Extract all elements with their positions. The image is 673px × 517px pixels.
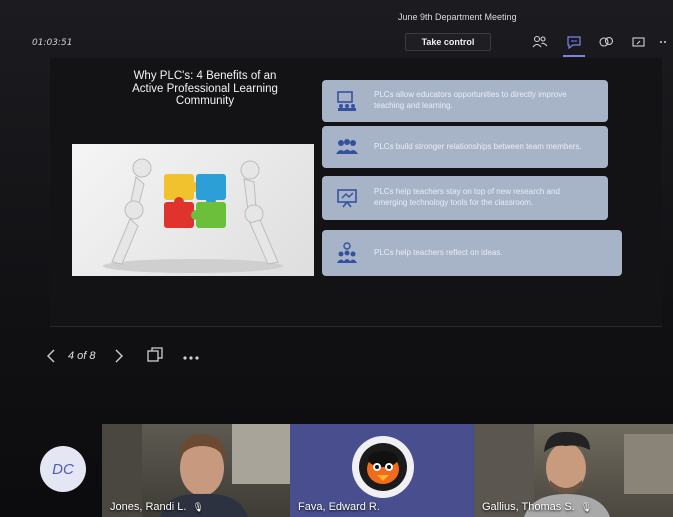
take-control-button[interactable]: Take control xyxy=(405,33,491,51)
meeting-title: June 9th Department Meeting xyxy=(398,12,517,22)
benefit-text-3: PLCs help teachers stay on top of new re… xyxy=(374,187,560,207)
participant-name: Jones, Randi L. 🎙 xyxy=(110,501,204,513)
participant-name-text: Fava, Edward R. xyxy=(298,501,380,513)
more-icon[interactable] xyxy=(658,34,670,50)
reactions-icon[interactable] xyxy=(597,34,615,50)
top-bar: June 9th Department Meeting 01:03:51 Tak… xyxy=(0,0,673,62)
chevron-left-icon xyxy=(47,349,55,363)
chevron-right-icon xyxy=(115,349,123,363)
more-horizontal-icon xyxy=(182,356,199,360)
idea-group-icon xyxy=(332,239,362,267)
benefit-card-1: PLCs allow educators opportunities to di… xyxy=(322,80,608,122)
previous-slide-button[interactable] xyxy=(40,349,62,363)
shared-slide: Why PLC's: 4 Benefits of an Active Profe… xyxy=(50,58,662,326)
participant-tile-2[interactable]: Fava, Edward R. xyxy=(290,424,474,517)
chat-icon[interactable] xyxy=(565,34,583,50)
page-indicator: 4 of 8 xyxy=(68,350,96,362)
microphone-icon: 🎙 xyxy=(580,502,593,512)
slide-navigation: 4 of 8 xyxy=(40,344,200,368)
benefit-card-2: PLCs build stronger relationships betwee… xyxy=(322,126,608,168)
slide-more-options-button[interactable] xyxy=(182,348,200,364)
participant-name: Fava, Edward R. xyxy=(298,501,380,513)
participant-name: Gallius, Thomas S. 🎙 xyxy=(482,501,592,513)
participant-tile-1[interactable]: Jones, Randi L. 🎙 xyxy=(102,424,290,517)
microphone-icon: 🎙 xyxy=(192,502,204,512)
participant-name-text: Jones, Randi L. xyxy=(110,501,187,513)
benefit-text-2: PLCs build stronger relationships betwee… xyxy=(374,141,582,151)
slide-title: Why PLC's: 4 Benefits of an Active Profe… xyxy=(132,70,278,108)
benefit-text-1: PLCs allow educators opportunities to di… xyxy=(374,90,567,110)
meeting-screen: June 9th Department Meeting 01:03:51 Tak… xyxy=(0,0,673,517)
participant-tile-3[interactable]: Gallius, Thomas S. 🎙 xyxy=(474,424,673,517)
benefit-text-4: PLCs help teachers reflect on ideas. xyxy=(374,247,503,257)
classroom-icon xyxy=(332,87,362,115)
benefit-card-3: PLCs help teachers stay on top of new re… xyxy=(322,176,608,220)
next-slide-button[interactable] xyxy=(108,349,130,363)
puzzle-teamwork-illustration xyxy=(72,144,314,276)
call-timer: 01:03:51 xyxy=(32,38,73,48)
presentation-icon xyxy=(332,184,362,212)
chat-active-indicator xyxy=(563,55,585,57)
slides-icon xyxy=(146,346,163,362)
people-icon[interactable] xyxy=(531,34,549,50)
orioles-bird-logo xyxy=(359,443,407,491)
benefit-card-4: PLCs help teachers reflect on ideas. xyxy=(322,230,622,276)
self-avatar[interactable]: DC xyxy=(40,446,86,492)
share-tray-icon[interactable] xyxy=(630,34,648,50)
slide-divider xyxy=(50,326,662,327)
slide-sync-button[interactable] xyxy=(146,346,164,366)
participant-avatar xyxy=(352,436,414,498)
participant-name-text: Gallius, Thomas S. xyxy=(482,501,575,513)
group-icon xyxy=(332,133,362,161)
